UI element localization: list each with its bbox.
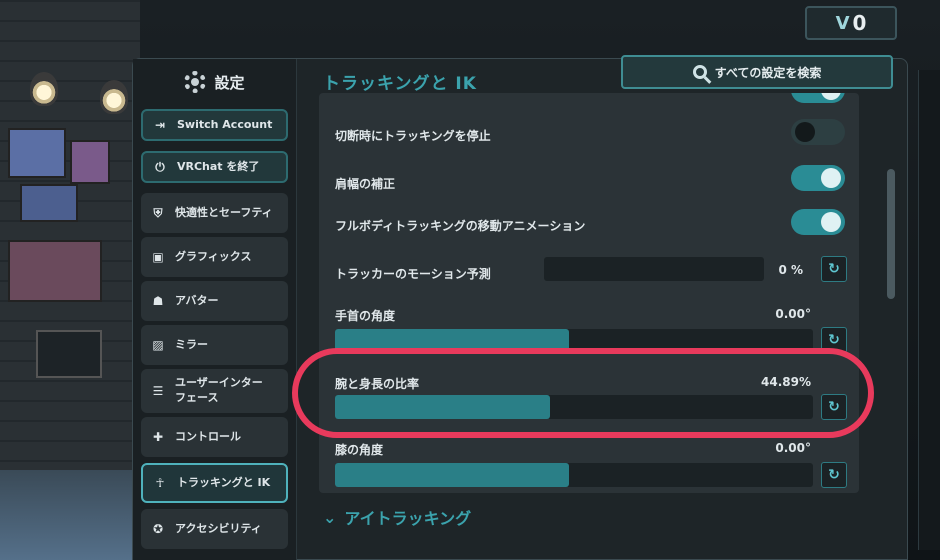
fbt-animation-label: フルボディトラッキングの移動アニメーション bbox=[335, 219, 586, 233]
wrist-angle-value: 0.00° bbox=[775, 307, 811, 321]
nav-label: アクセシビリティ bbox=[175, 521, 262, 535]
shoulder-width-label: 肩幅の補正 bbox=[335, 177, 396, 191]
nav-label: VRChat を終了 bbox=[177, 159, 260, 173]
search-icon bbox=[692, 65, 707, 79]
wall-photo bbox=[8, 240, 102, 302]
wall-photo bbox=[70, 140, 110, 184]
switch-account-button[interactable]: ⇥ Switch Account bbox=[141, 109, 288, 141]
reset-icon: ↻ bbox=[828, 261, 840, 277]
reset-icon: ↻ bbox=[828, 332, 840, 348]
lamp-icon bbox=[30, 72, 58, 106]
background-floor bbox=[0, 470, 140, 560]
sidebar-title: 設定 bbox=[133, 59, 296, 105]
wall-photo bbox=[20, 184, 78, 222]
logout-icon: ⇥ bbox=[154, 118, 166, 132]
chevron-down-icon: ⌄ bbox=[323, 507, 337, 527]
tracker-prediction-value: 0 % bbox=[778, 263, 803, 277]
sidebar-item-avatar[interactable]: ☗ アバター bbox=[141, 281, 288, 321]
image-icon: ▣ bbox=[152, 250, 164, 264]
credits-amount: 0 bbox=[852, 11, 867, 35]
slider-fill bbox=[335, 463, 570, 487]
toggle-knob bbox=[821, 212, 841, 232]
stop-tracking-label: 切断時にトラッキングを停止 bbox=[335, 129, 491, 143]
eye-tracking-section-header[interactable]: ⌄ アイトラッキング bbox=[323, 505, 471, 529]
shield-icon: ⛨ bbox=[153, 205, 163, 220]
nav-label: 快適性とセーフティ bbox=[175, 205, 273, 219]
side-panel-edge bbox=[918, 70, 940, 550]
sidebar-item-graphics[interactable]: ▣ グラフィックス bbox=[141, 237, 288, 277]
knee-angle-label: 膝の角度 bbox=[335, 443, 384, 457]
sidebar-item-accessibility[interactable]: ✪ アクセシビリティ bbox=[141, 509, 288, 549]
tracking-icon: ☥ bbox=[155, 476, 165, 490]
vrc-credits-badge[interactable]: V 0 bbox=[805, 6, 897, 40]
nav-label-line: ユーザーインター bbox=[175, 376, 263, 390]
fbt-animation-toggle[interactable] bbox=[791, 209, 845, 235]
toggle-knob bbox=[821, 93, 841, 100]
wall-monitor bbox=[36, 330, 102, 378]
nav-label: ユーザーインター フェース bbox=[175, 376, 263, 406]
tracker-prediction-label: トラッカーのモーション予測 bbox=[335, 267, 491, 281]
red-highlight-annotation bbox=[292, 348, 874, 438]
avatar-icon: ☗ bbox=[152, 294, 164, 308]
content-scrollbar[interactable] bbox=[887, 169, 895, 299]
search-all-settings-button[interactable]: すべての設定を検索 bbox=[621, 55, 893, 89]
tracker-prediction-reset-button[interactable]: ↻ bbox=[821, 256, 847, 282]
clipped-toggle[interactable] bbox=[791, 93, 845, 103]
toggle-knob bbox=[795, 122, 815, 142]
nav-label-line: フェース bbox=[175, 391, 219, 404]
nav-label: アバター bbox=[175, 293, 219, 307]
knee-angle-slider[interactable] bbox=[335, 463, 813, 487]
sidebar-item-tracking-ik[interactable]: ☥ トラッキングと IK bbox=[141, 463, 288, 503]
nav-label: ミラー bbox=[175, 337, 208, 351]
credits-icon: V bbox=[835, 12, 850, 34]
quit-vrchat-button[interactable]: ⏻ VRChat を終了 bbox=[141, 151, 288, 183]
ui-icon: ☰ bbox=[152, 384, 164, 398]
sidebar-item-user-interface[interactable]: ☰ ユーザーインター フェース bbox=[141, 369, 288, 413]
nav-label: グラフィックス bbox=[175, 249, 252, 263]
accessibility-icon: ✪ bbox=[152, 522, 164, 536]
power-icon: ⏻ bbox=[155, 159, 165, 174]
gamepad-icon: ✚ bbox=[152, 430, 164, 444]
mirror-icon: ▨ bbox=[152, 338, 164, 352]
section-title: アイトラッキング bbox=[344, 509, 472, 528]
toggle-knob bbox=[821, 168, 841, 188]
sidebar-title-text: 設定 bbox=[214, 73, 245, 92]
gear-icon bbox=[184, 71, 207, 93]
knee-angle-reset-button[interactable]: ↻ bbox=[821, 462, 847, 488]
search-label: すべての設定を検索 bbox=[714, 65, 822, 80]
lamp-icon bbox=[100, 80, 128, 114]
nav-label: Switch Account bbox=[177, 117, 273, 131]
page-title: トラッキングと IK bbox=[323, 74, 477, 94]
settings-content: トラッキングと IK すべての設定を検索 切断時にトラッキングを停止 肩幅の補正… bbox=[297, 55, 909, 560]
wrist-angle-label: 手首の角度 bbox=[335, 309, 396, 323]
knee-angle-value: 0.00° bbox=[775, 441, 811, 455]
wall-photo bbox=[8, 128, 66, 178]
sidebar-item-mirror[interactable]: ▨ ミラー bbox=[141, 325, 288, 365]
reset-icon: ↻ bbox=[828, 467, 840, 483]
shoulder-width-toggle[interactable] bbox=[791, 165, 845, 191]
sidebar-item-comfort-safety[interactable]: ⛨ 快適性とセーフティ bbox=[141, 193, 288, 233]
settings-sidebar: 設定 ⇥ Switch Account ⏻ VRChat を終了 ⛨ 快適性とセ… bbox=[133, 59, 297, 560]
settings-window: 設定 ⇥ Switch Account ⏻ VRChat を終了 ⛨ 快適性とセ… bbox=[132, 55, 909, 560]
stop-tracking-toggle[interactable] bbox=[791, 119, 845, 145]
nav-label: トラッキングと IK bbox=[177, 475, 271, 489]
nav-label: コントロール bbox=[175, 429, 241, 443]
sidebar-item-controls[interactable]: ✚ コントロール bbox=[141, 417, 288, 457]
